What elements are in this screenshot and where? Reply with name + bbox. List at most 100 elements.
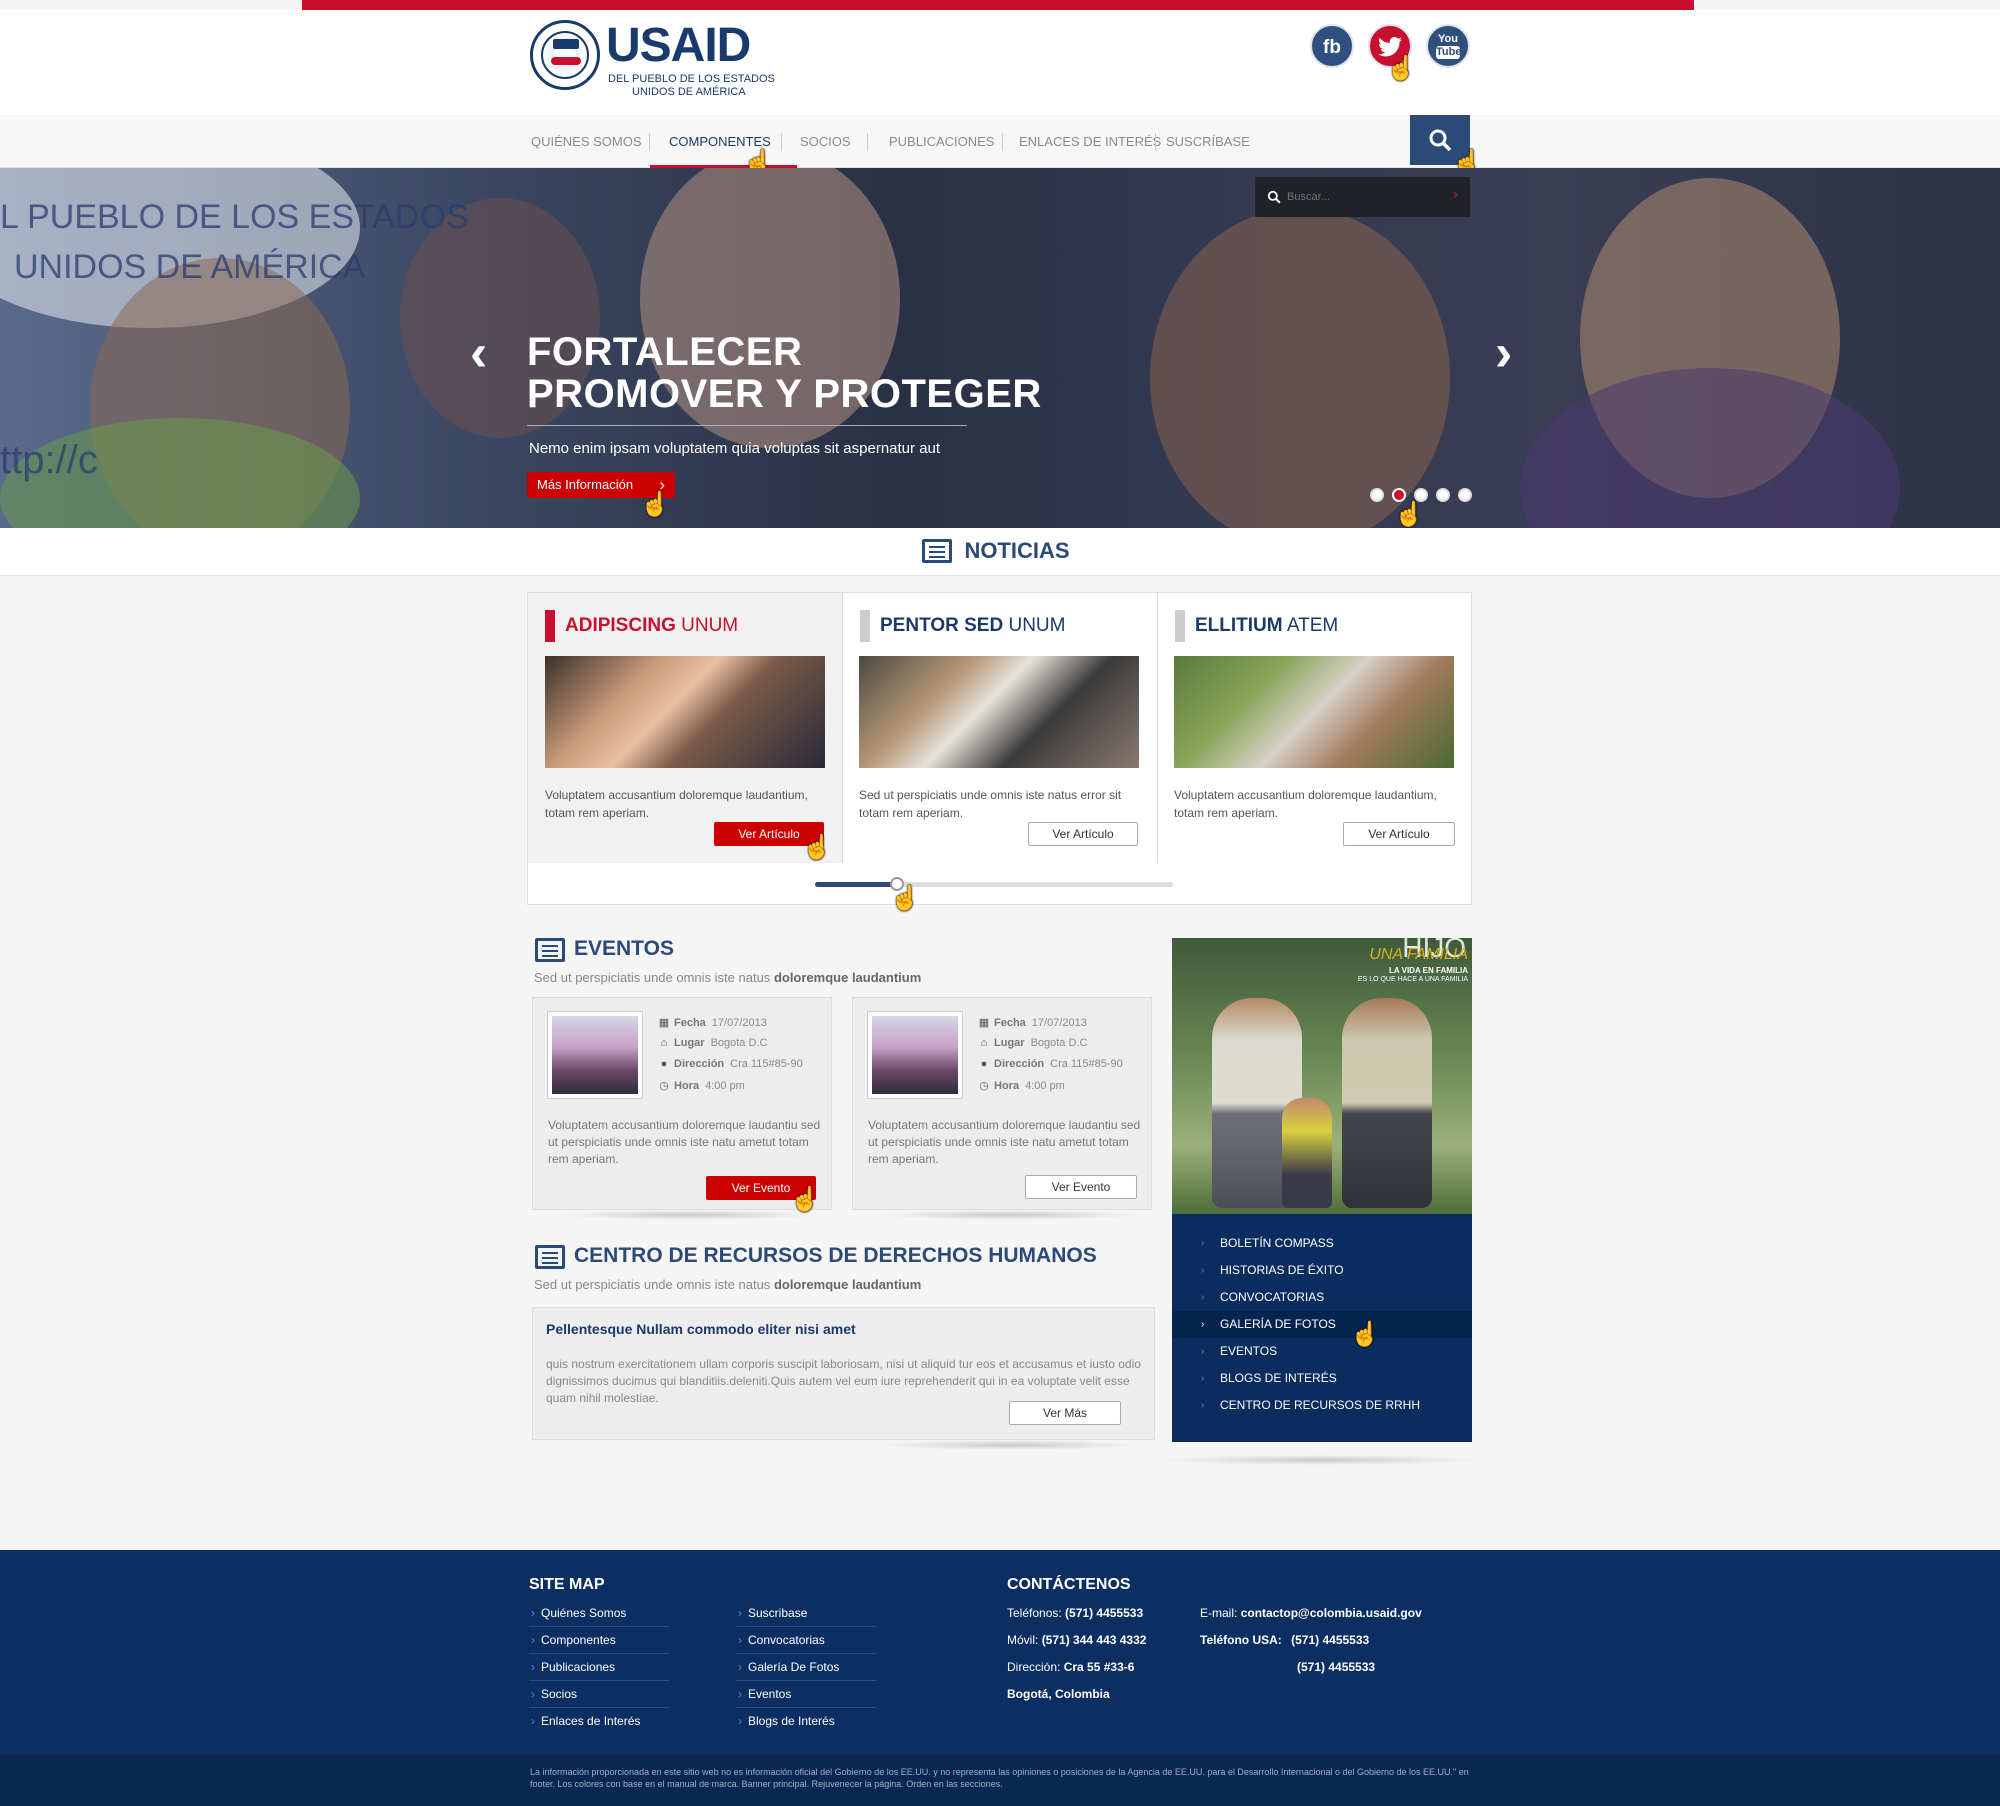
calendar-icon: ▦ (658, 1017, 670, 1029)
card-title-bold: PENTOR SED (880, 615, 1004, 636)
chevron-right-icon: › (1201, 1400, 1205, 1411)
direccion-value: Cra 115#85-90 (1050, 1058, 1123, 1070)
news-photo[interactable] (1174, 656, 1454, 768)
sidebar-item-label: GALERÍA DE FOTOS (1220, 1317, 1336, 1331)
sidebar-item-galeria[interactable]: › GALERÍA DE FOTOS (1172, 1311, 1472, 1338)
search-dropdown: › (1255, 177, 1470, 217)
hero-next-arrow[interactable]: › (1495, 327, 1512, 379)
footer-link[interactable]: Convocatorias (736, 1627, 876, 1654)
promo-text-4: ES LO QUE HACE A UNA FAMILIA (1357, 976, 1468, 983)
main-nav: QUIÉNES SOMOS COMPONENTES SOCIOS PUBLICA… (0, 115, 2000, 168)
sidebar-item-convocatorias[interactable]: › CONVOCATORIAS (1172, 1284, 1472, 1311)
lugar-value: Bogota D.C (710, 1037, 768, 1049)
footer-link[interactable]: Quiénes Somos (529, 1600, 669, 1627)
slide-dot-1[interactable] (1370, 488, 1384, 502)
youtube-label-2: Tube (1436, 46, 1462, 59)
news-slider-fill (815, 882, 897, 887)
sidebar-item-label: BLOGS DE INTERÉS (1220, 1371, 1337, 1385)
direccion-label: Dirección (994, 1058, 1045, 1070)
sitemap-title: SITE MAP (529, 1576, 605, 1593)
eventos-subtitle-bold: doloremque laudantium (773, 970, 922, 985)
footer-link[interactable]: Galería De Fotos (736, 1654, 876, 1681)
hero-subtitle: Nemo enim ipsam voluptatem quia voluptas… (529, 440, 941, 457)
contact-email[interactable]: E-mail: contactop@colombia.usaid.gov (1200, 1606, 1422, 1620)
nav-divider (1155, 133, 1156, 151)
hero-title-line-1: FORTALECER (527, 330, 803, 374)
footer-link[interactable]: Suscribase (736, 1600, 876, 1627)
nav-item-socios[interactable]: SOCIOS (800, 115, 851, 168)
search-input[interactable] (1287, 187, 1437, 207)
resource-card-title[interactable]: Pellentesque Nullam commodo eliter nisi … (546, 1321, 856, 1337)
hora-label: Hora (994, 1080, 1020, 1092)
footer-link[interactable]: Eventos (736, 1681, 876, 1708)
ver-evento-button[interactable]: Ver Evento (1025, 1175, 1137, 1199)
card-accent (1175, 610, 1185, 642)
footer-link[interactable]: Blogs de Interés (736, 1708, 876, 1735)
eventos-subtitle: Sed ut perspiciatis unde omnis iste natu… (534, 970, 921, 985)
news-card: ELLITIUM ATEM Voluptatem accusantium dol… (1158, 593, 1473, 863)
email-label: E-mail: (1200, 1606, 1238, 1620)
news-carousel: ADIPISCING UNUM Voluptatem accusantium d… (527, 592, 1472, 905)
hand-cursor-icon: ☝ (790, 1186, 820, 1213)
ver-articulo-button[interactable]: Ver Artículo (1028, 822, 1138, 846)
card-shadow (880, 1440, 1140, 1450)
card-text: Voluptatem accusantium doloremque laudan… (545, 788, 808, 820)
fecha-value: 17/07/2013 (1031, 1017, 1087, 1029)
event-photo[interactable] (547, 1011, 643, 1099)
card-accent (860, 610, 870, 642)
footer-link[interactable]: Publicaciones (529, 1654, 669, 1681)
news-photo[interactable] (545, 656, 825, 768)
nav-item-enlaces[interactable]: ENLACES DE INTERÉS (1019, 115, 1161, 168)
hora-value: 4:00 pm (1025, 1080, 1065, 1092)
facebook-label: fb (1323, 37, 1341, 58)
sidebar-item-centro-recursos[interactable]: › CENTRO DE RECURSOS DE RRHH (1172, 1392, 1472, 1419)
slide-dot-5[interactable] (1458, 488, 1472, 502)
contact-usa-phone-2: (571) 4455533 (1297, 1660, 1375, 1674)
nav-item-publicaciones[interactable]: PUBLICACIONES (889, 115, 994, 168)
slide-dot-4[interactable] (1436, 488, 1450, 502)
event-address-row: ● Dirección Cra 115#85-90 (978, 1058, 1123, 1070)
event-photo[interactable] (867, 1011, 963, 1099)
nav-item-quienes-somos[interactable]: QUIÉNES SOMOS (531, 115, 642, 168)
mobile-label: Móvil: (1007, 1633, 1039, 1647)
nav-item-componentes[interactable]: COMPONENTES (650, 115, 797, 168)
facebook-icon[interactable]: fb (1310, 24, 1354, 68)
recursos-subtitle: Sed ut perspiciatis unde omnis iste natu… (534, 1277, 921, 1292)
sidebar-item-historias[interactable]: › HISTORIAS DE ÉXITO (1172, 1257, 1472, 1284)
site-footer (0, 1550, 2000, 1755)
sidebar-item-blogs[interactable]: › BLOGS DE INTERÉS (1172, 1365, 1472, 1392)
footer-link[interactable]: Componentes (529, 1627, 669, 1654)
hero-prev-arrow[interactable]: ‹ (470, 327, 487, 379)
usa-phone-value-2: (571) 4455533 (1297, 1660, 1376, 1674)
logo[interactable]: USAID DEL PUEBLO DE LOS ESTADOS UNIDOS D… (528, 18, 788, 98)
hero-backdrop-text-3: ttp://c (0, 438, 98, 482)
chevron-right-icon: › (1201, 1346, 1205, 1357)
sidebar-item-boletin[interactable]: › BOLETÍN COMPASS (1172, 1230, 1472, 1257)
lugar-label: Lugar (994, 1037, 1025, 1049)
search-icon (1267, 190, 1281, 204)
sidebar-item-eventos[interactable]: › EVENTOS (1172, 1338, 1472, 1365)
sidebar-promo-image[interactable]: HIJO UNA FAMILIA LA VIDA EN FAMILIA ES L… (1172, 938, 1472, 1214)
footer-link[interactable]: Enlaces de Interés (529, 1708, 669, 1735)
youtube-icon[interactable]: You Tube (1426, 24, 1470, 68)
brand-tagline-1: DEL PUEBLO DE LOS ESTADOS (608, 73, 775, 85)
nav-divider (781, 133, 782, 151)
eventos-heading (535, 938, 565, 962)
sidebar-item-label: CONVOCATORIAS (1220, 1290, 1325, 1304)
hora-value: 4:00 pm (705, 1080, 745, 1092)
lugar-value: Bogota D.C (1030, 1037, 1088, 1049)
ver-mas-button[interactable]: Ver Más (1009, 1401, 1121, 1425)
news-photo[interactable] (859, 656, 1139, 768)
footer-link[interactable]: Socios (529, 1681, 669, 1708)
brand-name: USAID (606, 19, 751, 72)
contact-phone: Teléfonos: (571) 4455533 (1007, 1606, 1143, 1620)
ver-articulo-button[interactable]: Ver Artículo (1343, 822, 1455, 846)
noticias-title: NOTICIAS (964, 538, 1070, 563)
card-shadow (1160, 1455, 1480, 1465)
brand-tagline-2: UNIDOS DE AMÉRICA (632, 86, 746, 98)
nav-item-suscribase[interactable]: SUSCRÍBASE (1166, 115, 1250, 168)
map-pin-icon: ● (980, 1058, 988, 1070)
search-go-icon[interactable]: › (1453, 186, 1458, 204)
noticias-header: NOTICIAS (0, 528, 2000, 576)
hero-banner: L PUEBLO DE LOS ESTADOS UNIDOS DE AMÉRIC… (0, 168, 2000, 528)
